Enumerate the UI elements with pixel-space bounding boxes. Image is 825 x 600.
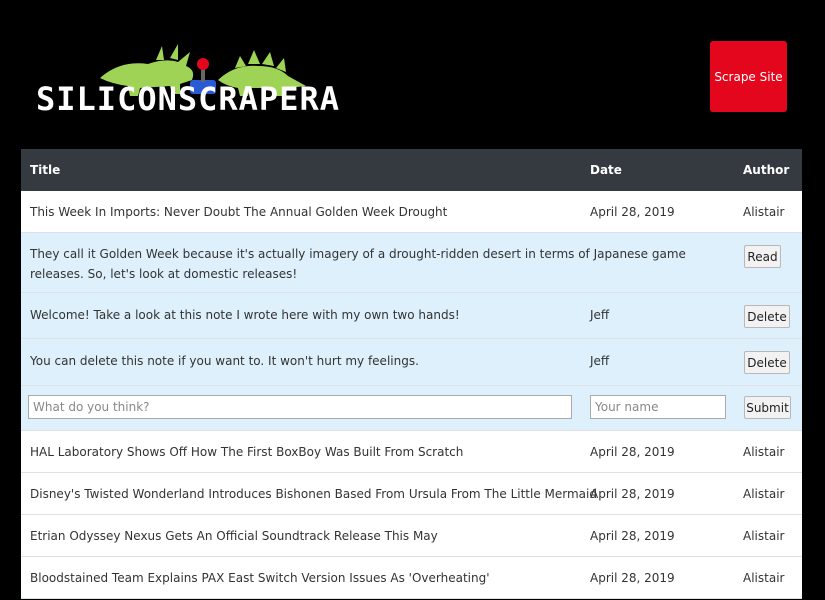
article-date: April 28, 2019 — [590, 571, 675, 585]
table-header: Title Date Author — [21, 149, 802, 191]
delete-note-button[interactable]: Delete — [744, 351, 790, 374]
column-header-date: Date — [590, 163, 622, 177]
article-date: April 28, 2019 — [590, 445, 675, 459]
article-author: Alistair — [743, 445, 785, 459]
table-row[interactable]: HAL Laboratory Shows Off How The First B… — [21, 431, 802, 473]
note-row: You can delete this note if you want to.… — [21, 339, 802, 386]
note-text: Welcome! Take a look at this note I wrot… — [30, 308, 460, 322]
articles-table: Title Date Author This Week In Imports: … — [21, 149, 802, 599]
article-summary: They call it Golden Week because it's ac… — [30, 247, 686, 281]
note-input[interactable] — [28, 395, 572, 419]
column-header-author: Author — [743, 163, 790, 177]
article-author: Alistair — [743, 571, 785, 585]
note-row: Welcome! Take a look at this note I wrot… — [21, 293, 802, 339]
article-title[interactable]: Bloodstained Team Explains PAX East Swit… — [30, 571, 490, 585]
article-author: Alistair — [743, 205, 785, 219]
read-button[interactable]: Read — [744, 245, 781, 268]
submit-note-button[interactable]: Submit — [744, 396, 791, 419]
article-date: April 28, 2019 — [590, 487, 675, 501]
site-logo: SILICONSCRAPERA — [30, 40, 445, 120]
article-title[interactable]: HAL Laboratory Shows Off How The First B… — [30, 445, 463, 459]
table-row[interactable]: This Week In Imports: Never Doubt The An… — [21, 191, 802, 233]
brand-name: SILICONSCRAPERA — [36, 80, 340, 118]
scrape-site-button[interactable]: Scrape Site — [710, 41, 787, 112]
article-title[interactable]: This Week In Imports: Never Doubt The An… — [30, 205, 447, 219]
table-row[interactable]: Etrian Odyssey Nexus Gets An Official So… — [21, 515, 802, 557]
article-title[interactable]: Disney's Twisted Wonderland Introduces B… — [30, 487, 597, 501]
delete-note-button[interactable]: Delete — [744, 305, 790, 328]
note-author: Jeff — [590, 308, 610, 322]
note-author: Jeff — [590, 354, 610, 368]
article-date: April 28, 2019 — [590, 529, 675, 543]
table-row[interactable]: Bloodstained Team Explains PAX East Swit… — [21, 557, 802, 599]
article-summary-row: They call it Golden Week because it's ac… — [21, 233, 802, 293]
article-author: Alistair — [743, 487, 785, 501]
article-title[interactable]: Etrian Odyssey Nexus Gets An Official So… — [30, 529, 438, 543]
article-date: April 28, 2019 — [590, 205, 675, 219]
note-form-row: Submit — [21, 386, 802, 431]
note-text: You can delete this note if you want to.… — [30, 354, 419, 368]
table-row[interactable]: Disney's Twisted Wonderland Introduces B… — [21, 473, 802, 515]
name-input[interactable] — [590, 395, 726, 419]
article-author: Alistair — [743, 529, 785, 543]
column-header-title: Title — [30, 163, 61, 177]
